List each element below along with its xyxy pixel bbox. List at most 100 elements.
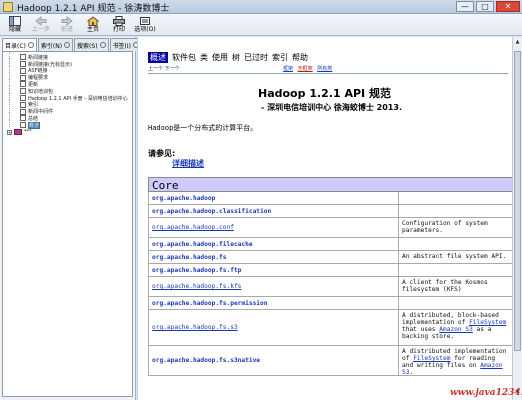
forward-label: 前进 xyxy=(60,26,73,33)
nav-overview[interactable]: 概述 xyxy=(148,51,168,63)
package-link[interactable]: org.apache.hadoop.fs.ftp xyxy=(149,264,399,276)
frames-links: 框架 无框架 所有类 xyxy=(283,65,335,72)
table-row: org.apache.hadoop.fs.permission xyxy=(148,297,512,310)
package-desc: An abstract file system API. xyxy=(402,253,507,260)
tree-item[interactable]: 知识培训包 xyxy=(7,85,132,95)
tree-item[interactable]: 新闻链接(光标显示) xyxy=(7,58,132,68)
forward-button[interactable]: 前进 xyxy=(56,14,78,36)
print-button[interactable]: 打印 xyxy=(108,14,130,36)
package-desc: Configuration of system parameters. xyxy=(402,220,488,234)
window-titlebar: Hadoop 1.2.1 API 规范 - 徐涛数博士 — □ ✕ xyxy=(0,0,522,14)
close-button[interactable]: ✕ xyxy=(496,1,520,12)
desc-text: . xyxy=(409,369,414,375)
home-label: 主页 xyxy=(86,26,99,33)
package-desc: A distributed implementation of FileSyst… xyxy=(399,346,512,375)
page-description: Hadoop是一个分布式的计算平台。 xyxy=(148,124,258,132)
table-header: Core xyxy=(148,177,512,192)
navigation-pane: 目录(C) 索引(N) 搜索(S) 书签(I) 新闻链接 新闻链接(光标显示) … xyxy=(0,37,142,400)
frames-link[interactable]: 框架 xyxy=(283,66,293,72)
nav-deprecated[interactable]: 已过时 xyxy=(244,52,268,63)
package-desc xyxy=(399,238,512,250)
table-row: org.apache.hadoop.fs.ftp xyxy=(148,264,512,277)
tree-item[interactable]: 索引 xyxy=(7,99,132,108)
filesystem-link[interactable]: FileSystem xyxy=(469,319,506,326)
maximize-button[interactable]: □ xyxy=(476,1,494,12)
package-link[interactable]: org.apache.hadoop.fs.s3native xyxy=(149,346,399,375)
tree-item[interactable]: ASF链接 xyxy=(7,65,132,74)
scrollbar-thumb[interactable] xyxy=(514,51,521,351)
no-frames-link[interactable]: 无框架 xyxy=(298,66,313,72)
nav-index[interactable]: 索引 xyxy=(272,52,288,63)
table-row: org.apache.hadoop.classification xyxy=(148,205,512,218)
doc-navbar: 概述 软件包 类 使用 树 已过时 索引 帮助 xyxy=(148,51,308,63)
tab-index[interactable]: 索引(N) xyxy=(37,38,74,51)
package-table: Core org.apache.hadoop org.apache.hadoop… xyxy=(148,177,512,376)
package-link[interactable]: org.apache.hadoop.fs.permission xyxy=(149,297,399,309)
nav-tabs: 目录(C) 索引(N) 搜索(S) 书签(I) xyxy=(0,37,142,51)
back-button[interactable]: 上一步 xyxy=(30,14,52,36)
package-desc xyxy=(399,297,512,309)
package-link[interactable]: org.apache.hadoop.fs.s3 xyxy=(149,310,399,345)
page-icon xyxy=(20,67,26,74)
print-icon xyxy=(113,15,125,26)
home-icon xyxy=(87,15,99,26)
tree-item-label: *** xyxy=(24,129,32,136)
toolbar: 隐藏 上一步 前进 主页 打印 选项(O) xyxy=(0,14,522,36)
hide-button[interactable]: 隐藏 xyxy=(4,14,26,36)
scroll-up-icon[interactable]: ▲ xyxy=(514,39,521,47)
package-link[interactable]: org.apache.hadoop xyxy=(149,192,399,204)
tree-item-label: 概述 xyxy=(28,121,41,129)
tree-item[interactable]: Hadoop 1.2.1 API 手册 - 深圳电信培训中心 xyxy=(7,92,132,102)
expand-icon[interactable]: + xyxy=(7,129,12,135)
tree-item[interactable]: 总结 xyxy=(7,113,132,122)
tree-item-book[interactable]: + *** xyxy=(7,129,132,136)
table-row: org.apache.hadoop.fs.kfs A client for th… xyxy=(148,277,512,297)
filesystem-link[interactable]: FileSystem xyxy=(413,355,450,362)
back-arrow-icon xyxy=(35,15,47,26)
page-icon xyxy=(20,54,26,61)
table-row: org.apache.hadoop.conf Configuration of … xyxy=(148,218,512,238)
minimize-button[interactable]: — xyxy=(456,1,474,12)
package-desc: A client for the Kosmos filesystem (KFS) xyxy=(402,279,488,293)
all-classes-link[interactable]: 所有类 xyxy=(317,66,332,72)
package-link[interactable]: org.apache.hadoop.fs.kfs xyxy=(149,277,399,296)
options-button[interactable]: 选项(O) xyxy=(134,14,156,36)
tree-item[interactable]: 新闻中间件 xyxy=(7,106,132,115)
tree-item[interactable]: 新闻链接 xyxy=(7,52,132,61)
package-link[interactable]: org.apache.hadoop.filecache xyxy=(149,238,399,250)
home-button[interactable]: 主页 xyxy=(82,14,104,36)
tab-contents-label: 目录(C) xyxy=(5,42,26,50)
detail-description-link[interactable]: 详细描述 xyxy=(172,158,204,169)
table-row: org.apache.hadoop.filecache xyxy=(148,238,512,251)
tab-contents[interactable]: 目录(C) xyxy=(2,38,37,51)
package-desc xyxy=(399,205,512,217)
content-pane: 概述 软件包 类 使用 树 已过时 索引 帮助 上一个 下一个 框架 无框架 所… xyxy=(137,37,512,400)
page-title: Hadoop 1.2.1 API 规范 xyxy=(258,87,391,100)
package-link[interactable]: org.apache.hadoop.fs xyxy=(149,251,399,263)
page-icon xyxy=(20,101,26,108)
prev-next-links[interactable]: 上一个 下一个 xyxy=(148,65,180,72)
tree-item-label: Hadoop 1.2.1 API 手册 - 深圳电信培训中心 xyxy=(28,95,128,102)
tree-item[interactable]: 编程要求 xyxy=(7,72,132,81)
options-label: 选项(O) xyxy=(134,26,156,33)
nav-use[interactable]: 使用 xyxy=(212,52,228,63)
package-link[interactable]: org.apache.hadoop.conf xyxy=(149,218,399,237)
nav-tree[interactable]: 树 xyxy=(232,52,240,63)
nav-help[interactable]: 帮助 xyxy=(292,52,308,63)
hide-label: 隐藏 xyxy=(8,26,21,33)
table-row: org.apache.hadoop.fs.s3 A distributed, b… xyxy=(148,310,512,346)
back-label: 上一步 xyxy=(31,26,50,33)
nav-package[interactable]: 软件包 xyxy=(172,52,196,63)
amazon-s3-link[interactable]: Amazon S3 xyxy=(439,326,473,333)
package-desc xyxy=(399,192,512,204)
tree-item-selected[interactable]: 概述 xyxy=(7,119,132,129)
vertical-scrollbar[interactable]: ▲ ▼ xyxy=(512,37,522,400)
nav-class[interactable]: 类 xyxy=(200,52,208,63)
page-icon xyxy=(20,61,26,68)
tree-item[interactable]: 更新 xyxy=(7,79,132,88)
window-title: Hadoop 1.2.1 API 规范 - 徐涛数博士 xyxy=(17,4,170,14)
package-link[interactable]: org.apache.hadoop.classification xyxy=(149,205,399,217)
tab-search[interactable]: 搜索(S) xyxy=(74,38,109,51)
table-row: org.apache.hadoop.fs An abstract file sy… xyxy=(148,251,512,264)
hide-icon xyxy=(9,15,21,26)
